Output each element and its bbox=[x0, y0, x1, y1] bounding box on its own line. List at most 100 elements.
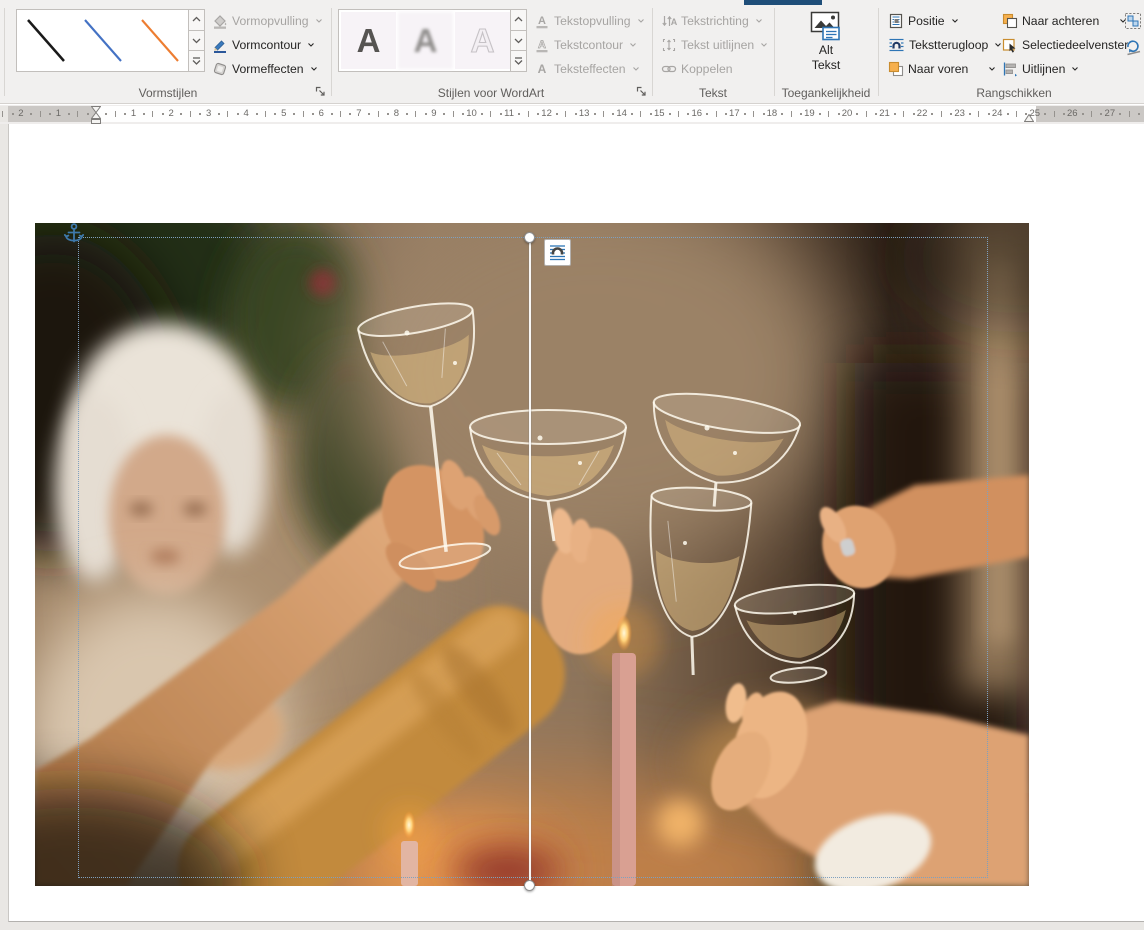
ruler-tick bbox=[978, 111, 980, 117]
wordart-style-3[interactable]: A bbox=[455, 12, 510, 69]
shape-styles-dialog-launcher[interactable] bbox=[313, 84, 327, 98]
ruler-tick bbox=[405, 113, 408, 115]
paint-bucket-icon bbox=[214, 15, 227, 29]
anchor-icon bbox=[63, 223, 85, 243]
wordart-style-1[interactable]: A bbox=[341, 12, 396, 69]
rotate-objects-button[interactable] bbox=[1124, 36, 1144, 58]
gallery-more-button[interactable] bbox=[188, 51, 205, 73]
word-window: { "ribbon": { "tab_accent_color": "#1f4e… bbox=[0, 0, 1144, 930]
selection-pane-icon bbox=[1002, 38, 1016, 53]
ruler-tick bbox=[537, 113, 540, 115]
layout-options-icon bbox=[550, 245, 565, 261]
text-align-icon bbox=[662, 38, 676, 52]
ruler-number: 13 bbox=[578, 108, 590, 119]
ruler-number: 3 bbox=[205, 108, 212, 119]
ruler-band[interactable]: 1 2 1 2 3 4 5 6 7 8 9 10 11 12 13 14 15 16 17 18 19 20 21 22 23 2… bbox=[0, 106, 1144, 122]
line-endpoint-handle-top[interactable] bbox=[524, 232, 535, 243]
shape-style-line-blue[interactable] bbox=[74, 10, 131, 71]
gallery-more-icon bbox=[514, 57, 523, 66]
align-objects-button[interactable]: Uitlijnen bbox=[1002, 58, 1079, 80]
text-align-button[interactable]: Tekst uitlijnen bbox=[661, 34, 768, 56]
text-outline-button[interactable]: A Tekstcontour bbox=[534, 34, 637, 56]
send-backward-button[interactable]: Naar achteren bbox=[1002, 10, 1127, 32]
svg-text:A: A bbox=[538, 39, 546, 51]
ruler-tick bbox=[311, 113, 314, 115]
shape-style-line-black[interactable] bbox=[17, 10, 74, 71]
chevron-down-icon bbox=[192, 38, 201, 44]
shape-fill-button[interactable]: Vormopvulling bbox=[212, 10, 323, 32]
shape-effects-label: Vormeffecten bbox=[232, 62, 304, 76]
shape-effects-button[interactable]: Vormeffecten bbox=[212, 58, 318, 80]
group-objects-button[interactable] bbox=[1124, 10, 1144, 32]
text-effects-icon: A bbox=[538, 62, 547, 76]
bring-forward-label: Naar voren bbox=[908, 62, 969, 76]
shape-outline-button[interactable]: Vormcontour bbox=[212, 34, 315, 56]
gallery-scroll-down-button[interactable] bbox=[188, 30, 205, 52]
ruler-number: 2 bbox=[168, 108, 174, 119]
alt-text-button[interactable]: Alt Tekst bbox=[794, 6, 858, 82]
ruler-tick bbox=[800, 113, 803, 115]
ruler-tick bbox=[903, 111, 905, 117]
group-label-shape-styles: Vormstijlen bbox=[138, 86, 198, 100]
group-label-wordart: Stijlen voor WordArt bbox=[437, 86, 545, 100]
ruler-tick bbox=[67, 113, 70, 115]
alt-text-label-line2: Tekst bbox=[811, 57, 841, 72]
ruler-number: 26 bbox=[1067, 108, 1078, 119]
ruler-tick bbox=[555, 113, 558, 115]
gallery-scroll-down-button[interactable] bbox=[510, 30, 527, 52]
gallery-scroll-up-button[interactable] bbox=[510, 9, 527, 31]
ruler-tick bbox=[330, 113, 333, 115]
chevron-down-icon bbox=[951, 18, 959, 24]
wrap-text-button[interactable]: Tekstterugloop bbox=[888, 34, 1002, 56]
left-indent-marker[interactable] bbox=[91, 118, 101, 124]
ruler-tick bbox=[912, 113, 915, 115]
selection-pane-button[interactable]: Selectiedeelvenster bbox=[1002, 34, 1128, 56]
layout-options-button[interactable] bbox=[544, 239, 571, 266]
ruler-tick bbox=[940, 111, 942, 117]
selection-pane-label: Selectiedeelvenster bbox=[1022, 38, 1129, 52]
ruler-number: 20 bbox=[841, 108, 853, 119]
text-direction-button[interactable]: A Tekstrichting bbox=[661, 10, 763, 32]
line-endpoint-handle-bottom[interactable] bbox=[524, 880, 535, 891]
right-indent-marker[interactable] bbox=[1024, 114, 1034, 122]
ruler-tick bbox=[724, 113, 727, 115]
chevron-down-icon bbox=[1071, 66, 1079, 72]
group-objects-icon bbox=[1125, 13, 1141, 29]
ruler-tick bbox=[518, 113, 521, 115]
ruler-number: 23 bbox=[954, 108, 965, 119]
ruler-tick bbox=[377, 111, 379, 117]
ruler-number: 17 bbox=[729, 108, 740, 119]
ruler-tick bbox=[706, 113, 709, 115]
position-icon bbox=[889, 13, 903, 29]
position-button[interactable]: Positie bbox=[888, 10, 959, 32]
wordart-style-2[interactable]: A bbox=[398, 12, 453, 69]
ruler-tick bbox=[818, 113, 821, 115]
group-label-arrange: Rangschikken bbox=[976, 86, 1052, 100]
ruler-number: 2 bbox=[18, 108, 24, 119]
ruler-tick bbox=[452, 111, 454, 117]
selected-line-shape[interactable] bbox=[529, 239, 531, 885]
ruler-number: 15 bbox=[653, 108, 665, 119]
gallery-more-icon bbox=[192, 57, 201, 66]
gallery-scroll-up-button[interactable] bbox=[188, 9, 205, 31]
ruler-tick bbox=[1091, 111, 1093, 117]
line-style-orange-icon bbox=[141, 19, 179, 62]
create-link-button[interactable]: Koppelen bbox=[661, 58, 733, 80]
text-align-label: Tekst uitlijnen bbox=[681, 38, 755, 52]
text-effects-button[interactable]: A Teksteffecten bbox=[534, 58, 640, 80]
active-tab-indicator bbox=[744, 0, 822, 5]
gallery-more-button[interactable] bbox=[510, 51, 527, 73]
group-divider bbox=[652, 8, 653, 96]
text-fill-button[interactable]: A Tekstopvulling bbox=[534, 10, 645, 32]
chevron-down-icon bbox=[632, 66, 640, 72]
position-label: Positie bbox=[908, 14, 945, 28]
ruler-number: 22 bbox=[916, 108, 928, 119]
shape-style-line-orange[interactable] bbox=[131, 10, 188, 71]
ruler-zone: 1 2 1 2 3 4 5 6 7 8 9 10 11 12 13 14 15 16 17 18 19 20 21 22 23 2… bbox=[0, 105, 1144, 124]
wordart-gallery: A A A bbox=[338, 9, 511, 72]
ruler-number: 1 bbox=[55, 108, 62, 119]
ruler-tick bbox=[86, 113, 89, 115]
ruler-tick bbox=[790, 111, 792, 117]
bring-forward-button[interactable]: Naar voren bbox=[888, 58, 996, 80]
ruler-tick bbox=[1081, 113, 1084, 115]
